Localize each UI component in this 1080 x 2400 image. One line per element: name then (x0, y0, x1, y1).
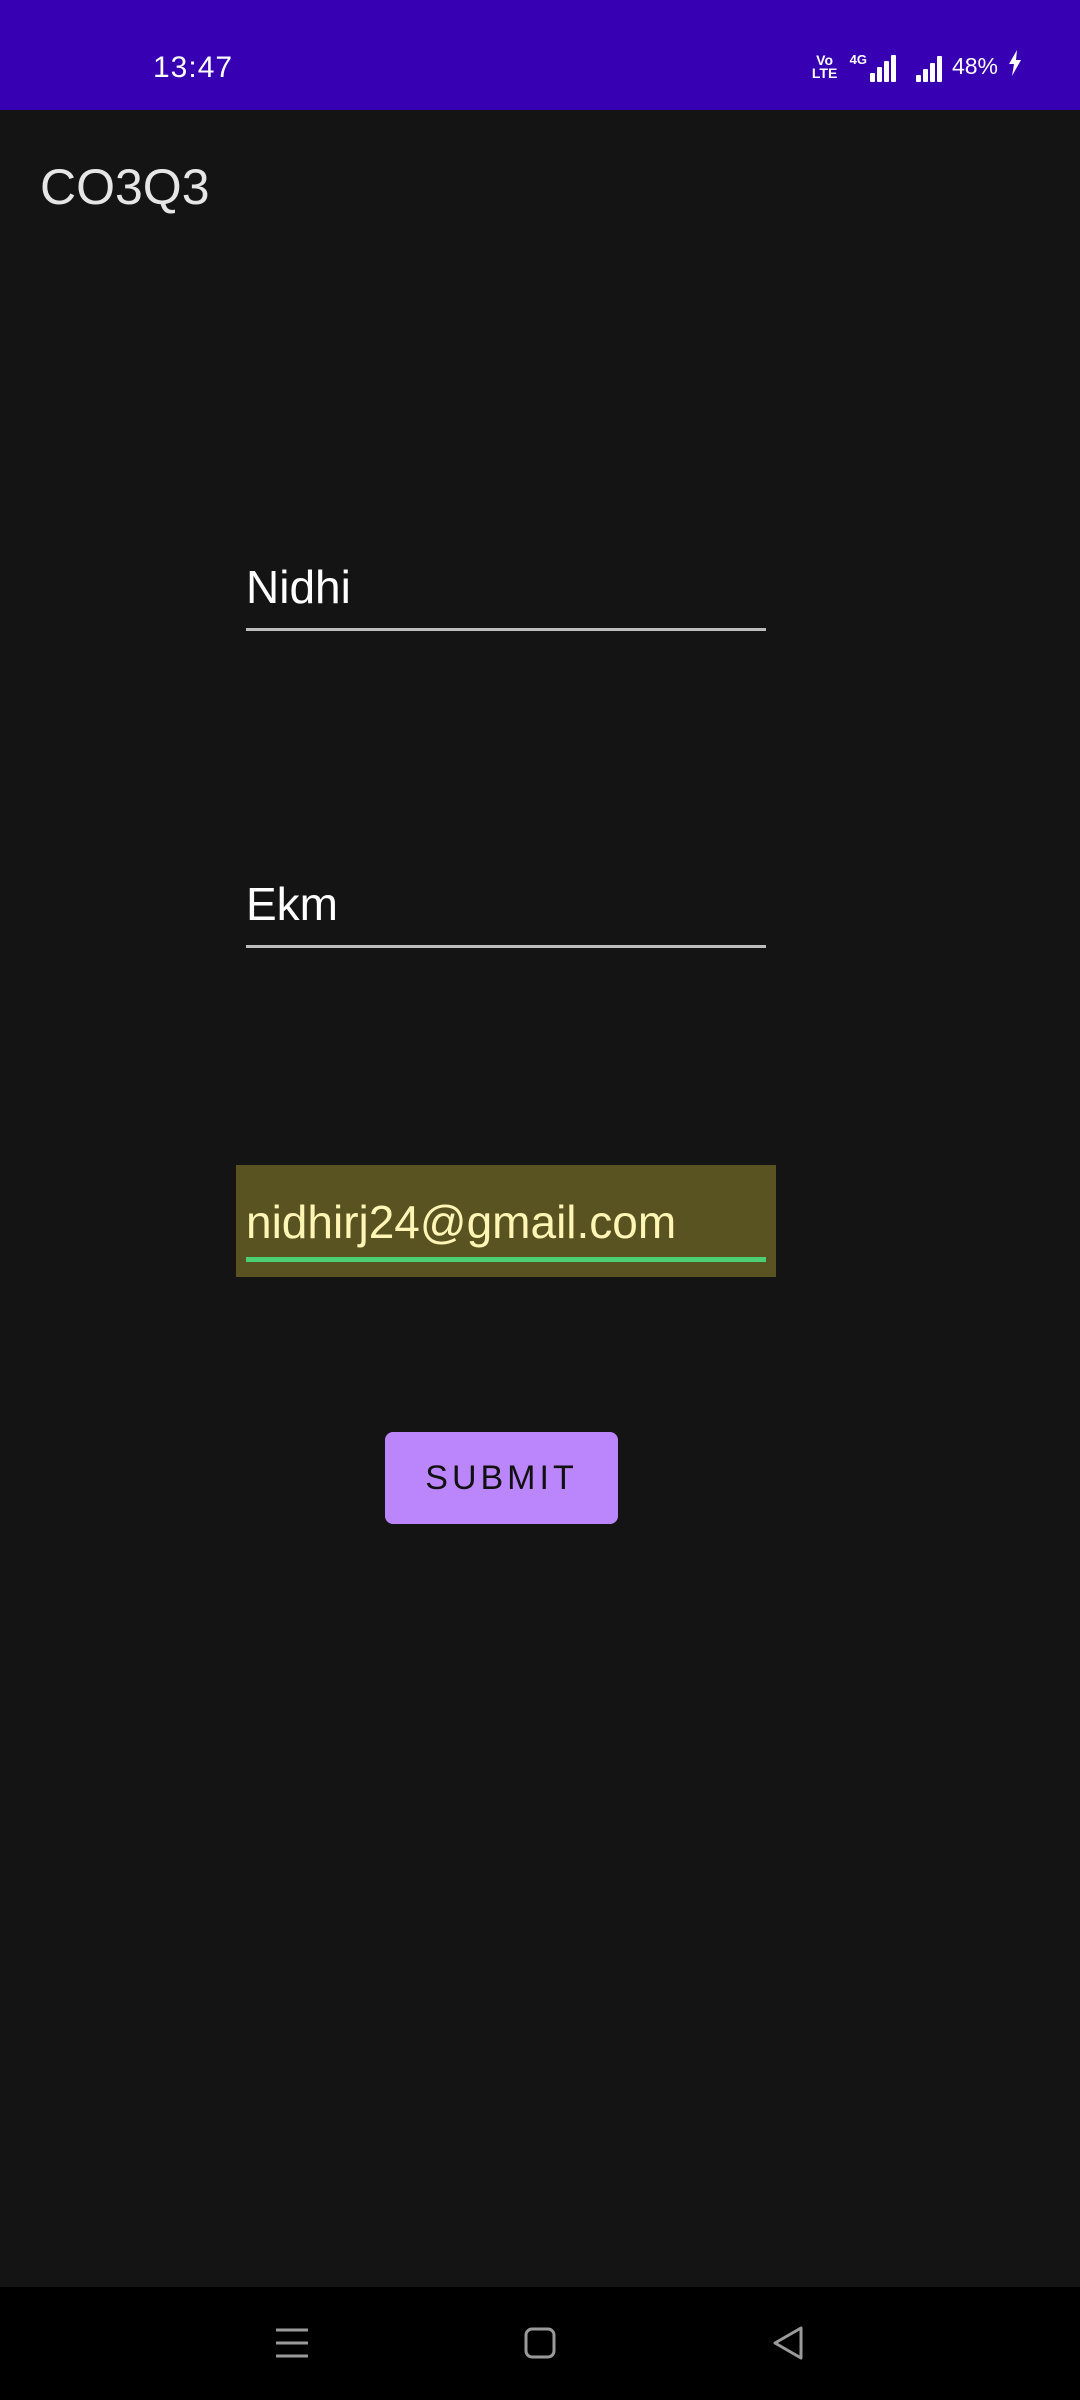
place-field-value: Ekm (246, 878, 338, 930)
place-field[interactable]: Ekm (246, 877, 766, 948)
menu-icon[interactable] (264, 2315, 320, 2371)
status-time: 13:47 (153, 51, 234, 84)
navigation-bar (0, 2287, 1080, 2400)
email-field[interactable]: nidhirj24@gmail.com (246, 1195, 766, 1262)
email-field-highlight: nidhirj24@gmail.com (236, 1165, 776, 1277)
name-field-value: Nidhi (246, 561, 351, 613)
battery-percent: 48% (951, 53, 998, 79)
back-icon[interactable] (760, 2315, 816, 2371)
signal-icon (915, 52, 942, 82)
status-icons: Vo LTE 4G 48% (810, 50, 1022, 83)
email-field-value: nidhirj24@gmail.com (246, 1196, 677, 1248)
home-icon[interactable] (512, 2315, 568, 2371)
name-field[interactable]: Nidhi (246, 560, 766, 631)
status-bar: 13:47 Vo LTE 4G 48% (0, 0, 1080, 110)
charging-icon (1008, 50, 1022, 83)
app-bar: CO3Q3 (0, 110, 1080, 260)
volte-icon: Vo LTE (811, 51, 838, 81)
submit-button[interactable]: SUBMIT (385, 1432, 618, 1524)
app-title: CO3Q3 (40, 159, 210, 215)
signal-4g-icon: 4G (850, 52, 896, 82)
